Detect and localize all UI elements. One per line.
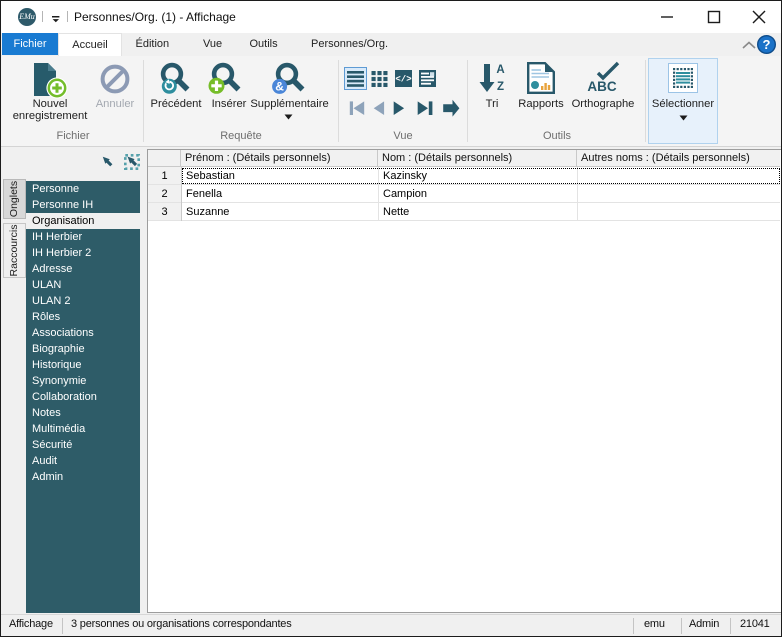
svg-text:Z: Z: [497, 81, 504, 93]
svg-text:?: ?: [763, 37, 771, 52]
svg-text:Onglets: Onglets: [8, 181, 20, 217]
svg-text:&: &: [275, 80, 284, 94]
svg-text:Raccourcis: Raccourcis: [8, 225, 20, 277]
svg-text:ABC: ABC: [587, 79, 616, 94]
svg-text:A: A: [496, 64, 504, 76]
svg-text:</>: </>: [395, 75, 411, 85]
